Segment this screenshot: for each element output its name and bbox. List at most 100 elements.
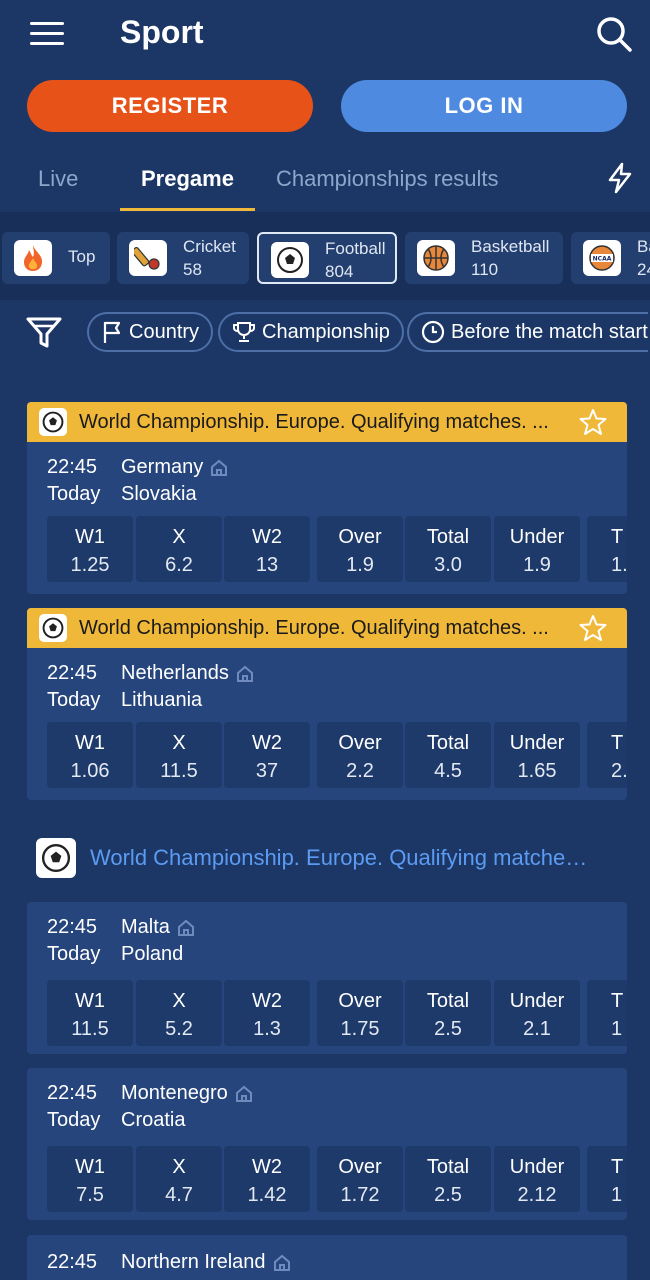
match-day: Today [47, 1109, 101, 1131]
country-filter-button[interactable]: Country [87, 312, 214, 352]
home-icon [273, 1254, 290, 1271]
match-info[interactable]: 22:45 Today Netherlands Lithuania [27, 648, 627, 718]
tab-bar: Live Pregame Championships results [0, 150, 650, 212]
filter-icon[interactable] [24, 312, 64, 352]
match-card[interactable]: 22:45 Today Montenegro Croatia W1 7.5 X 4.… [27, 1068, 627, 1220]
sport-name: Ba [637, 237, 650, 256]
tab-championships-results[interactable]: Championships results [276, 166, 499, 192]
favorite-star-icon[interactable] [579, 614, 607, 642]
sport-chip-ncaa-basketball[interactable]: NCAA Ba 24 [571, 232, 650, 284]
odd-w1[interactable]: W1 11.5 [47, 980, 133, 1046]
sports-carousel: Top Cricket 58 Football 804 Basketball 1… [0, 212, 650, 300]
odd-label: Total [426, 732, 470, 754]
odd-over[interactable]: Over 1.9 [317, 516, 403, 582]
odd-total[interactable]: Total 2.5 [405, 980, 491, 1046]
odd-w2[interactable]: W2 1.42 [224, 1146, 310, 1212]
odd-label: Total [426, 1156, 470, 1178]
odd-value: 3.0 [434, 554, 462, 576]
odd-w1[interactable]: W1 1.06 [47, 722, 133, 788]
odd-under[interactable]: Under 2.12 [494, 1146, 580, 1212]
odd-label: X [172, 1156, 186, 1178]
championship-header[interactable]: World Championship. Europe. Qualifying m… [36, 838, 636, 878]
match-card[interactable]: 22:45 Today Malta Poland W1 11.5 X 5.2 W2 1… [27, 902, 627, 1054]
soccer-ball-icon [271, 242, 309, 278]
match-info[interactable]: 22:45 Today Germany Slovakia [27, 442, 627, 512]
league-header: World Championship. Europe. Qualifying m… [27, 402, 627, 442]
odds-row: W1 1.06 X 11.5 W2 37 Over 2.2 Total 4.5 Under… [27, 718, 627, 792]
before-match-start-filter-button[interactable]: Before the match start [407, 312, 648, 352]
league-header: World Championship. Europe. Qualifying m… [27, 608, 627, 648]
odd-w2[interactable]: W2 13 [224, 516, 310, 582]
odd-value: 2. [611, 760, 627, 782]
odd-over[interactable]: Over 1.72 [317, 1146, 403, 1212]
flame-icon [14, 240, 52, 276]
odd-x[interactable]: X 4.7 [136, 1146, 222, 1212]
odd-value: 5.2 [165, 1018, 193, 1040]
sport-chip-basketball[interactable]: Basketball 110 [405, 232, 563, 284]
odd-over[interactable]: Over 1.75 [317, 980, 403, 1046]
odd-value: 11.5 [160, 760, 198, 782]
flag-icon [103, 321, 121, 343]
home-team-name: Northern Ireland [121, 1251, 266, 1273]
match-day: Today [47, 689, 101, 711]
home-team: Germany [121, 456, 229, 479]
match-time: 22:45 [47, 456, 98, 478]
odd-label: Under [509, 1156, 565, 1178]
odd-w1[interactable]: W1 7.5 [47, 1146, 133, 1212]
tab-live[interactable]: Live [38, 166, 78, 192]
hamburger-menu-icon[interactable] [30, 22, 64, 48]
match-day: Today [47, 943, 101, 965]
odd-x[interactable]: X 11.5 [136, 722, 222, 788]
away-team: Lithuania [121, 689, 203, 711]
odd-label: Under [509, 732, 565, 754]
odd-label: T [611, 526, 624, 548]
odd-under[interactable]: Under 2.1 [494, 980, 580, 1046]
favorite-star-icon[interactable] [579, 408, 607, 436]
odd-partial[interactable]: T1 [587, 1146, 627, 1212]
soccer-ball-icon [39, 614, 67, 642]
odd-over[interactable]: Over 2.2 [317, 722, 403, 788]
odd-under[interactable]: Under 1.65 [494, 722, 580, 788]
svg-text:NCAA: NCAA [593, 256, 612, 263]
odd-under[interactable]: Under 1.9 [494, 516, 580, 582]
match-info[interactable]: 22:45 Northern Ireland [27, 1235, 627, 1280]
match-info[interactable]: 22:45 Today Montenegro Croatia [27, 1068, 627, 1142]
lightning-icon[interactable] [604, 162, 636, 194]
sport-chip-cricket[interactable]: Cricket 58 [117, 232, 249, 284]
home-team: Malta [121, 916, 196, 939]
login-button[interactable]: LOG IN [341, 80, 627, 132]
odd-partial[interactable]: T1 [587, 980, 627, 1046]
tab-pregame[interactable]: Pregame [141, 166, 234, 192]
odd-x[interactable]: X 6.2 [136, 516, 222, 582]
home-team-name: Netherlands [121, 662, 229, 684]
championship-filter-button[interactable]: Championship [218, 312, 404, 352]
odd-w1[interactable]: W1 1.25 [47, 516, 133, 582]
match-card[interactable]: 22:45 Northern Ireland [27, 1235, 627, 1280]
odd-w2[interactable]: W2 37 [224, 722, 310, 788]
odd-x[interactable]: X 5.2 [136, 980, 222, 1046]
odds-row: W1 7.5 X 4.7 W2 1.42 Over 1.72 Total 2.5 Unde… [27, 1142, 627, 1216]
odd-partial[interactable]: T 1. [587, 516, 627, 582]
match-card[interactable]: World Championship. Europe. Qualifying m… [27, 608, 627, 800]
register-button[interactable]: REGISTER [27, 80, 313, 132]
odd-value: 4.7 [165, 1184, 193, 1206]
odd-total[interactable]: Total 3.0 [405, 516, 491, 582]
home-icon [211, 459, 228, 476]
odd-w2[interactable]: W2 1.3 [224, 980, 310, 1046]
match-card[interactable]: World Championship. Europe. Qualifying m… [27, 402, 627, 594]
sport-chip-football[interactable]: Football 804 [257, 232, 397, 284]
match-info[interactable]: 22:45 Today Malta Poland [27, 902, 627, 976]
odd-label: Total [426, 526, 470, 548]
odd-total[interactable]: Total 4.5 [405, 722, 491, 788]
home-icon [235, 1085, 252, 1102]
country-filter-label: Country [129, 320, 200, 343]
search-icon[interactable] [594, 14, 634, 54]
championship-title: World Championship. Europe. Qualifying m… [90, 845, 588, 870]
odd-total[interactable]: Total 2.5 [405, 1146, 491, 1212]
sport-chip-top[interactable]: Top [2, 232, 110, 284]
odd-value: 1.25 [70, 554, 110, 576]
odd-partial[interactable]: T 2. [587, 722, 627, 788]
soccer-ball-icon [39, 408, 67, 436]
odd-label: W2 [252, 1156, 282, 1178]
league-name: World Championship. Europe. Qualifying m… [79, 410, 549, 433]
